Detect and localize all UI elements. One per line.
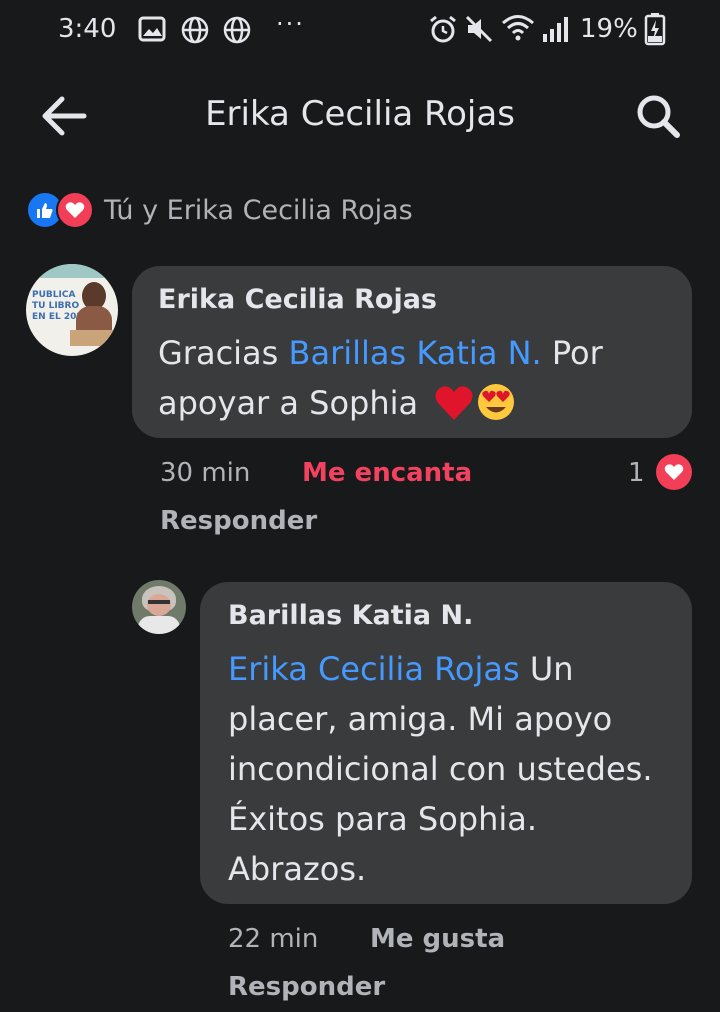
reactions-summary[interactable]: Tú y Erika Cecilia Rojas — [26, 188, 413, 232]
globe-icon — [223, 16, 251, 44]
love-icon — [56, 191, 94, 229]
globe-icon — [181, 16, 209, 44]
app-header: Erika Cecilia Rojas — [0, 70, 720, 160]
status-bar: 3:40 ··· 19% — [0, 0, 720, 60]
reaction-button[interactable]: Me encanta — [302, 458, 472, 488]
like-button[interactable]: Me gusta — [370, 924, 505, 954]
comment-time: 30 min — [160, 458, 251, 488]
avatar[interactable]: PUBLICA TU LIBRO EN EL 2022 — [26, 264, 118, 356]
mute-icon — [465, 15, 493, 43]
avatar[interactable] — [132, 580, 186, 634]
wifi-icon — [502, 15, 534, 41]
comment-text: Erika Cecilia Rojas Un placer, amiga. Mi… — [228, 644, 668, 894]
search-button[interactable] — [630, 88, 686, 144]
comment-author[interactable]: Erika Cecilia Rojas — [158, 284, 437, 315]
comment-text: Gracias Barillas Katia N. Por apoyar a S… — [158, 328, 678, 428]
signal-icon — [543, 17, 568, 42]
comment-time: 22 min — [228, 924, 319, 954]
text-segment: Gracias — [158, 334, 289, 372]
red-heart-emoji — [435, 386, 473, 420]
mention-link[interactable]: Barillas Katia N. — [289, 334, 542, 372]
reaction-count[interactable]: 1 — [628, 458, 645, 488]
more-dots-icon: ··· — [276, 10, 305, 38]
page-title: Erika Cecilia Rojas — [205, 94, 515, 134]
alarm-icon — [430, 15, 456, 43]
image-icon — [138, 16, 166, 42]
status-time: 3:40 — [58, 14, 117, 44]
love-icon[interactable] — [656, 454, 692, 490]
reactions-text: Tú y Erika Cecilia Rojas — [104, 194, 413, 226]
comment-author[interactable]: Barillas Katia N. — [228, 600, 473, 631]
reply-button[interactable]: Responder — [160, 506, 317, 536]
reply-button[interactable]: Responder — [228, 972, 385, 1002]
battery-percent: 19% — [580, 14, 638, 44]
avatar-text: PUBLICA — [32, 290, 76, 300]
battery-charging-icon — [644, 13, 666, 46]
search-icon — [637, 95, 680, 138]
mention-link[interactable]: Erika Cecilia Rojas — [228, 650, 520, 688]
heart-eyes-emoji — [478, 384, 515, 420]
